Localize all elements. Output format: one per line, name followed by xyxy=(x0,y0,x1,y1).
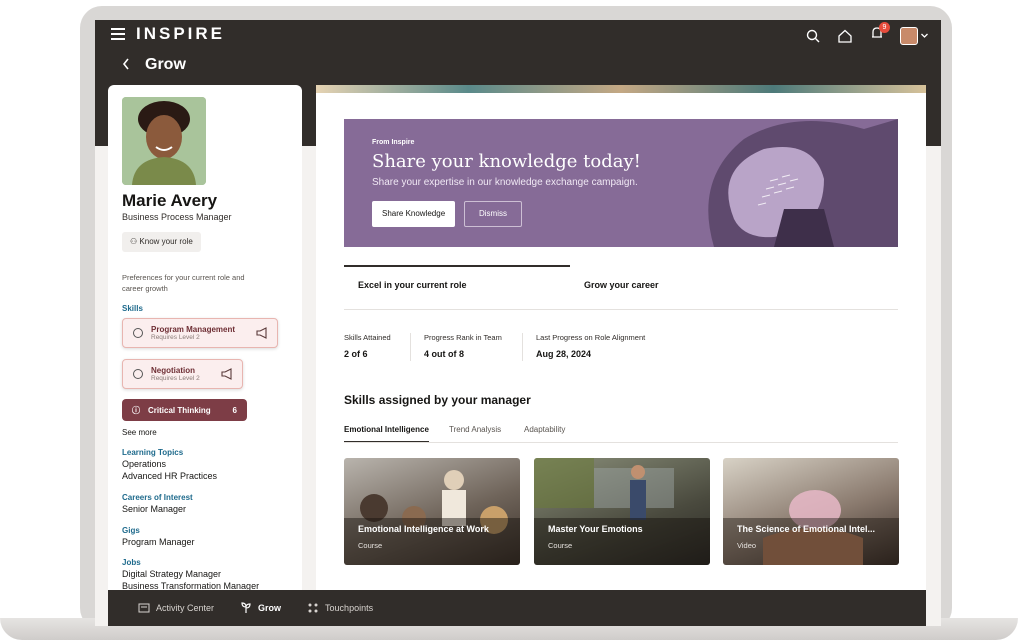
card-type: Course xyxy=(358,541,383,550)
home-icon[interactable] xyxy=(836,27,854,45)
stat-value: 2 of 6 xyxy=(344,349,368,359)
nav-label: Activity Center xyxy=(156,603,215,613)
app-screen: INSPIRE 9 Grow Marie Avery Business Proc… xyxy=(95,20,941,626)
gigs-label: Gigs xyxy=(122,526,140,535)
skill-title: Negotiation xyxy=(151,366,195,375)
stat-value: Aug 28, 2024 xyxy=(536,349,592,359)
see-more-link[interactable]: See more xyxy=(122,428,157,437)
skill-pill-critical-thinking[interactable]: ⓘ Critical Thinking 6 xyxy=(122,399,247,421)
assigned-skills-title: Skills assigned by your manager xyxy=(344,393,531,407)
profile-photo xyxy=(122,97,206,185)
profile-name: Marie Avery xyxy=(122,191,218,210)
skill-pill-negotiation[interactable]: Negotiation Requires Level 2 xyxy=(122,359,243,389)
know-your-role-button[interactable]: ⚇ Know your role xyxy=(122,232,201,252)
banner-illustration xyxy=(708,119,898,247)
dismiss-button[interactable]: Dismiss xyxy=(464,201,522,227)
stat-label: Skills Attained xyxy=(344,333,391,342)
banner-title: Share your knowledge today! xyxy=(372,151,641,172)
profile-sidebar: Marie Avery Business Process Manager ⚇ K… xyxy=(108,85,302,605)
progress-circle-icon xyxy=(133,369,143,379)
card-title: Master Your Emotions xyxy=(548,524,643,534)
nav-touchpoints[interactable]: Touchpoints xyxy=(307,602,373,614)
search-icon[interactable] xyxy=(804,27,822,45)
main-content: From Inspire Share your knowledge today!… xyxy=(316,93,926,613)
list-item[interactable]: Senior Manager xyxy=(122,504,186,514)
skill-title: Critical Thinking xyxy=(148,405,211,415)
grow-icon xyxy=(241,602,251,613)
list-item[interactable]: Operations xyxy=(122,459,166,469)
list-item[interactable]: Program Manager xyxy=(122,537,195,547)
list-item[interactable]: Digital Strategy Manager xyxy=(122,569,221,579)
video-card[interactable]: The Science of Emotional Intel... Video xyxy=(723,458,899,565)
stat-label: Last Progress on Role Alignment xyxy=(536,333,646,342)
banner-subtitle: Share your expertise in our knowledge ex… xyxy=(372,177,638,188)
touchpoints-icon xyxy=(308,603,318,613)
nav-label: Grow xyxy=(258,603,282,613)
skill-title: Program Management xyxy=(151,325,236,334)
stat-divider xyxy=(522,333,523,361)
card-title: The Science of Emotional Intel... xyxy=(737,524,876,534)
course-card[interactable]: Master Your Emotions Course xyxy=(534,458,710,565)
subtab-adaptability[interactable]: Adaptability xyxy=(524,425,565,434)
notification-badge: 9 xyxy=(879,22,890,33)
megaphone-icon[interactable] xyxy=(255,326,269,340)
list-item[interactable]: Advanced HR Practices xyxy=(122,471,217,481)
divider xyxy=(344,309,898,310)
skill-requirement: Requires Level 2 xyxy=(151,375,200,382)
skill-pill-program-management[interactable]: Program Management Requires Level 2 xyxy=(122,318,278,348)
course-card[interactable]: Emotional Intelligence at Work Course xyxy=(344,458,520,565)
bottom-nav: Activity Center Grow Touchpoints xyxy=(108,590,926,626)
user-menu[interactable] xyxy=(900,26,929,45)
card-type: Video xyxy=(737,541,757,550)
learning-topics-label: Learning Topics xyxy=(122,448,184,457)
megaphone-icon[interactable] xyxy=(220,367,234,381)
tab-grow-career[interactable]: Grow your career xyxy=(584,265,659,301)
preferences-text: Preferences for your current role and ca… xyxy=(122,273,245,293)
decorative-band xyxy=(316,85,926,93)
brand-logo: INSPIRE xyxy=(136,24,226,43)
progress-circle-icon xyxy=(133,328,143,338)
notifications-button[interactable]: 9 xyxy=(868,22,890,47)
know-your-role-label: Know your role xyxy=(139,237,193,246)
page-title: Grow xyxy=(145,56,186,73)
profile-role: Business Process Manager xyxy=(122,212,232,222)
skill-requirement: Requires Level 2 xyxy=(151,334,200,341)
subtab-trend-analysis[interactable]: Trend Analysis xyxy=(449,425,501,434)
info-icon: ⓘ xyxy=(132,405,140,415)
org-chart-icon: ⚇ xyxy=(130,237,140,246)
promo-banner: From Inspire Share your knowledge today!… xyxy=(344,119,898,247)
nav-label: Touchpoints xyxy=(325,603,374,613)
banner-eyebrow: From Inspire xyxy=(372,139,415,146)
share-knowledge-button[interactable]: Share Knowledge xyxy=(372,201,456,227)
jobs-label: Jobs xyxy=(122,558,141,567)
nav-grow[interactable]: Grow xyxy=(240,602,281,614)
nav-activity-center[interactable]: Activity Center xyxy=(138,602,214,614)
careers-label: Careers of Interest xyxy=(122,493,193,502)
menu-icon[interactable] xyxy=(111,28,125,40)
stat-divider xyxy=(410,333,411,361)
header-actions: 9 xyxy=(804,22,929,47)
skills-label: Skills xyxy=(122,304,143,313)
stat-value: 4 out of 8 xyxy=(424,349,464,359)
divider xyxy=(344,442,898,443)
back-chevron-left-icon[interactable] xyxy=(121,57,131,71)
chevron-down-icon xyxy=(921,33,928,38)
tab-excel-current-role[interactable]: Excel in your current role xyxy=(358,265,467,301)
skill-count: 6 xyxy=(232,405,237,415)
card-title: Emotional Intelligence at Work xyxy=(358,524,489,534)
card-type: Course xyxy=(548,541,573,550)
subtab-emotional-intelligence[interactable]: Emotional Intelligence xyxy=(344,425,429,443)
activity-icon xyxy=(138,603,150,613)
avatar xyxy=(900,26,918,45)
stat-label: Progress Rank in Team xyxy=(424,333,502,342)
